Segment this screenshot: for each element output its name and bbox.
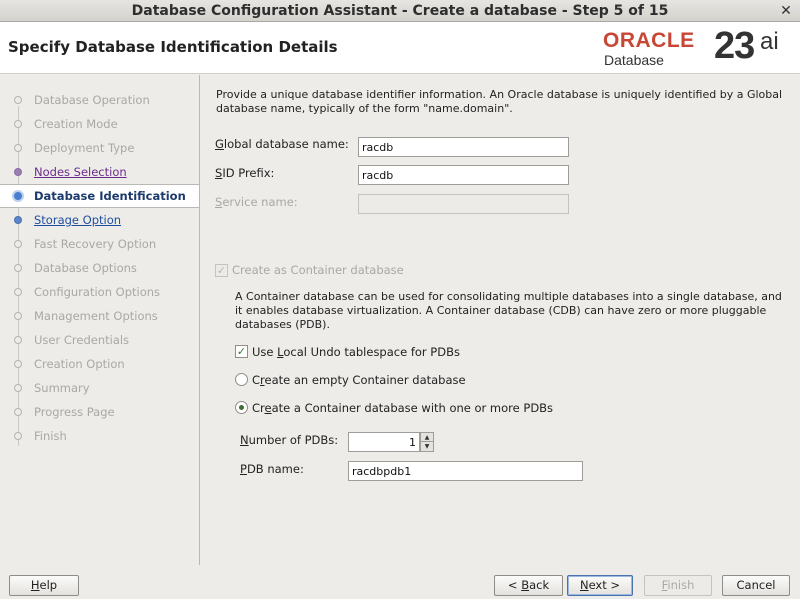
- step-management-options: Management Options: [0, 305, 199, 327]
- step-dot-icon: [14, 168, 22, 176]
- num-pdbs-stepper: ▲ ▼: [348, 432, 434, 452]
- num-pdbs-input[interactable]: [348, 432, 420, 452]
- service-name-input: [358, 194, 569, 214]
- sid-prefix-label: SID Prefix:: [215, 166, 275, 180]
- step-label: Creation Mode: [34, 117, 118, 131]
- step-dot-icon: [14, 264, 22, 272]
- step-database-options: Database Options: [0, 257, 199, 279]
- step-label: Summary: [34, 381, 90, 395]
- step-summary: Summary: [0, 377, 199, 399]
- sid-prefix-input[interactable]: [358, 165, 569, 185]
- container-info-text: A Container database can be used for con…: [235, 290, 782, 331]
- step-dot-icon: [14, 336, 22, 344]
- logo-brand: ORACLE: [603, 29, 695, 52]
- step-label: Management Options: [34, 309, 158, 323]
- empty-cdb-label: Create an empty Container database: [252, 373, 466, 387]
- step-storage-option[interactable]: Storage Option: [0, 209, 199, 231]
- step-dot-icon: [14, 216, 22, 224]
- step-creation-mode: Creation Mode: [0, 113, 199, 135]
- step-dot-icon: [14, 408, 22, 416]
- step-creation-option: Creation Option: [0, 353, 199, 375]
- steps-sidebar: Database Operation Creation Mode Deploym…: [0, 75, 200, 565]
- step-fast-recovery-option: Fast Recovery Option: [0, 233, 199, 255]
- step-label: Deployment Type: [34, 141, 135, 155]
- empty-cdb-radio[interactable]: [235, 373, 248, 386]
- page-header: Specify Database Identification Details …: [0, 22, 800, 74]
- help-button[interactable]: Help: [9, 575, 79, 596]
- step-label: Finish: [34, 429, 67, 443]
- logo-version-suffix: ai: [760, 28, 779, 55]
- step-deployment-type: Deployment Type: [0, 137, 199, 159]
- step-finish: Finish: [0, 425, 199, 447]
- step-dot-icon: [14, 360, 22, 368]
- step-label: Configuration Options: [34, 285, 161, 299]
- container-db-label: Create as Container database: [232, 263, 404, 277]
- spin-up-icon[interactable]: ▲: [421, 433, 433, 442]
- back-button[interactable]: < Back: [494, 575, 563, 596]
- logo-product: Database: [604, 52, 664, 68]
- step-label: Progress Page: [34, 405, 115, 419]
- oracle-logo: ORACLE Database 23 ai: [603, 25, 793, 71]
- description-text: Provide a unique database identifier inf…: [216, 88, 783, 115]
- step-database-identification: Database Identification: [0, 184, 199, 208]
- local-undo-label: Use Local Undo tablespace for PDBs: [252, 345, 460, 359]
- step-label: Creation Option: [34, 357, 125, 371]
- logo-version: 23: [714, 25, 755, 67]
- step-label: Storage Option: [34, 213, 122, 227]
- radio-selected-dot-icon: [239, 405, 244, 410]
- step-dot-icon: [14, 384, 22, 392]
- pdb-name-label: PDB name:: [240, 462, 304, 476]
- num-pdbs-arrows: ▲ ▼: [420, 432, 434, 452]
- step-database-operation: Database Operation: [0, 89, 199, 111]
- page-title: Specify Database Identification Details: [8, 38, 338, 56]
- cdb-with-pdbs-radio[interactable]: [235, 401, 248, 414]
- window-title: Database Configuration Assistant - Creat…: [131, 3, 669, 19]
- main-panel: Provide a unique database identifier inf…: [201, 75, 800, 565]
- step-label: User Credentials: [34, 333, 130, 347]
- num-pdbs-label: Number of PDBs:: [240, 433, 339, 447]
- cancel-button[interactable]: Cancel: [722, 575, 790, 596]
- local-undo-checkbox[interactable]: ✓: [235, 345, 248, 358]
- step-label: Database Options: [34, 261, 137, 275]
- close-icon[interactable]: ✕: [778, 0, 794, 22]
- next-button[interactable]: Next >: [567, 575, 633, 596]
- step-label: Database Identification: [34, 189, 186, 203]
- step-label: Database Operation: [34, 93, 150, 107]
- pdb-name-input[interactable]: [348, 461, 583, 481]
- finish-button: Finish: [644, 575, 712, 596]
- global-db-name-input[interactable]: [358, 137, 569, 157]
- step-dot-icon: [14, 312, 22, 320]
- spin-down-icon[interactable]: ▼: [421, 442, 433, 451]
- step-label: Nodes Selection: [34, 165, 127, 179]
- step-current-dot-icon: [12, 190, 24, 202]
- step-nodes-selection[interactable]: Nodes Selection: [0, 161, 199, 183]
- step-progress-page: Progress Page: [0, 401, 199, 423]
- global-db-name-label: Global database name:: [215, 137, 349, 151]
- step-dot-icon: [14, 144, 22, 152]
- step-dot-icon: [14, 120, 22, 128]
- step-configuration-options: Configuration Options: [0, 281, 199, 303]
- service-name-label: Service name:: [215, 195, 298, 209]
- cdb-with-pdbs-label: Create a Container database with one or …: [252, 401, 554, 415]
- step-dot-icon: [14, 432, 22, 440]
- step-user-credentials: User Credentials: [0, 329, 199, 351]
- container-db-checkbox: ✓: [215, 264, 228, 277]
- step-dot-icon: [14, 288, 22, 296]
- step-dot-icon: [14, 240, 22, 248]
- window-titlebar: Database Configuration Assistant - Creat…: [0, 0, 800, 22]
- step-dot-icon: [14, 96, 22, 104]
- step-label: Fast Recovery Option: [34, 237, 157, 251]
